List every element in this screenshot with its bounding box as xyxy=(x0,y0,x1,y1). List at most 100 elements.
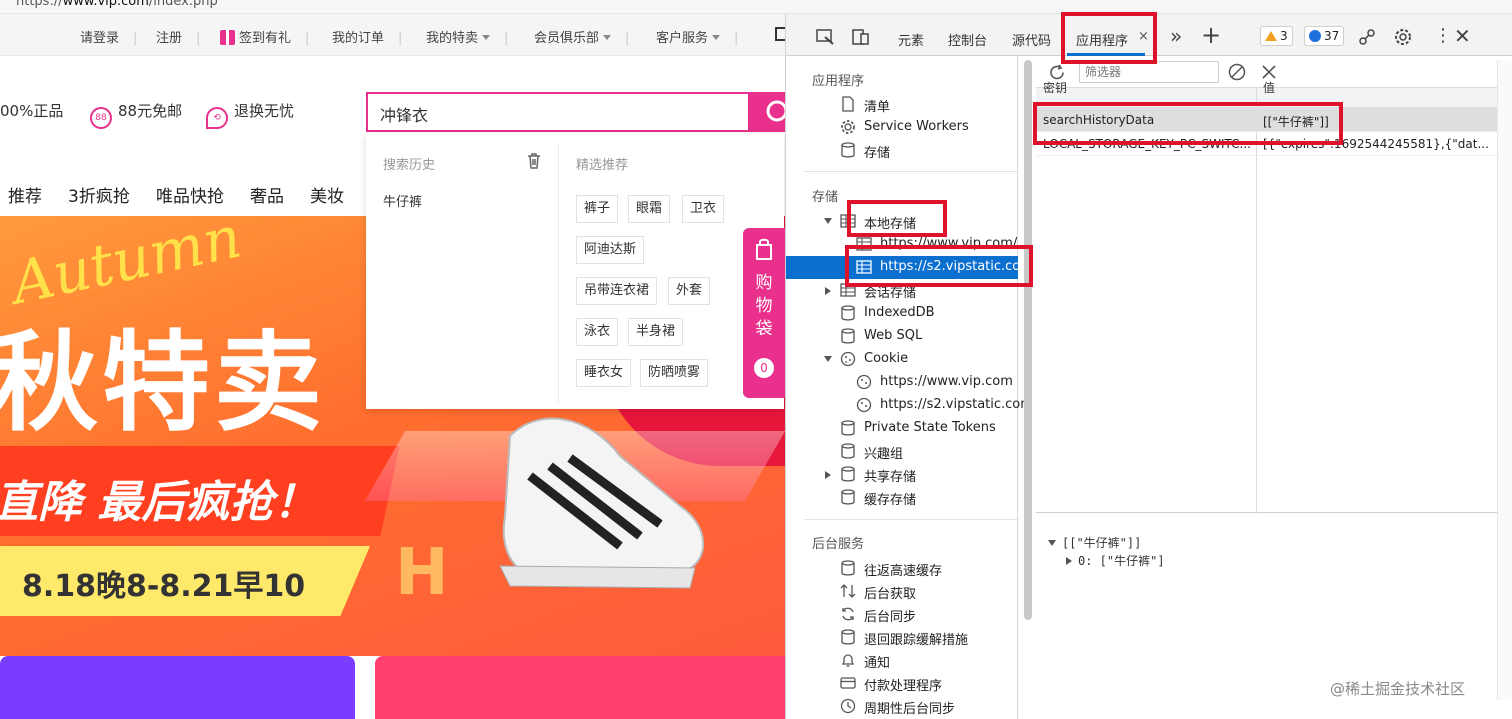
recommend-tag[interactable]: 裤子 xyxy=(576,195,619,223)
tab-elements[interactable]: 元素 xyxy=(898,30,924,49)
column-key[interactable]: 密钥 xyxy=(1043,79,1067,96)
annotation-box xyxy=(1033,102,1343,145)
member-club-menu[interactable]: 会员俱乐部 | xyxy=(534,27,629,46)
recommend-tag[interactable]: 卫衣 xyxy=(682,195,725,223)
annotation-box xyxy=(1061,12,1157,64)
cart-count-badge: 0 xyxy=(754,358,774,378)
settings-gear-icon[interactable] xyxy=(1394,28,1412,46)
banner-headline: 秋特卖 xyxy=(0,321,327,446)
sync-icon xyxy=(842,607,854,621)
database-icon xyxy=(841,443,855,459)
category-flash-30[interactable]: 3折疯抢 xyxy=(68,182,130,207)
checkin-link[interactable]: 签到有礼 | xyxy=(220,27,309,46)
sidebar-item-websql[interactable]: Web SQL xyxy=(786,325,1018,348)
document-icon xyxy=(842,96,854,112)
sidebar-item-notifications[interactable]: 通知 xyxy=(786,649,1018,672)
sidebar-item-indexeddb[interactable]: IndexedDB xyxy=(786,302,1018,325)
filter-input[interactable] xyxy=(1079,61,1219,83)
category-quick[interactable]: 唯品快抢 xyxy=(156,182,224,207)
sidebar-item-cookie[interactable]: Cookie xyxy=(786,348,1018,371)
clear-all-icon[interactable] xyxy=(1228,63,1246,81)
sidebar-item-bounce-tracking[interactable]: 退回跟踪缓解措施 xyxy=(786,626,1018,649)
connections-icon[interactable] xyxy=(1358,28,1376,46)
my-sale-menu[interactable]: 我的特卖 | xyxy=(426,27,508,46)
expand-arrow-icon[interactable] xyxy=(824,356,832,362)
tab-sources[interactable]: 源代码 xyxy=(1012,30,1051,49)
column-value[interactable]: 值 xyxy=(1263,79,1275,96)
divider xyxy=(804,519,1019,520)
storage-view: 密钥 值 searchHistoryData [["牛仔裤"]] LOCAL_S… xyxy=(1036,56,1512,719)
device-toolbar-icon[interactable] xyxy=(852,28,870,46)
promo-returns: ⟲ 退换无忧 xyxy=(206,100,294,129)
recommend-tag[interactable]: 阿迪达斯 xyxy=(576,236,645,264)
sidebar-item-shared-storage[interactable]: 共享存储 xyxy=(786,463,1018,486)
shopping-bag-label: 购物袋 xyxy=(755,273,773,339)
sidebar-scrollbar[interactable] xyxy=(1024,60,1032,620)
cookie-icon xyxy=(856,397,872,413)
recommend-tag[interactable]: 睡衣女 xyxy=(576,359,632,387)
expand-arrow-icon[interactable] xyxy=(825,471,831,479)
close-devtools-icon[interactable]: ✕ xyxy=(1454,24,1471,48)
site-search-input[interactable]: 冲锋衣 xyxy=(366,92,750,132)
messages-badge[interactable]: 37 xyxy=(1304,26,1345,46)
sidebar-item-service-workers[interactable]: Service Workers xyxy=(786,116,1018,139)
phone-icon[interactable] xyxy=(775,27,785,41)
recommend-tag[interactable]: 吊带连衣裙 xyxy=(576,277,658,305)
sidebar-item-bfcache[interactable]: 往返高速缓存 xyxy=(786,557,1018,580)
sidebar-item-background-fetch[interactable]: 后台获取 xyxy=(786,580,1018,603)
history-item[interactable]: 牛仔裤 xyxy=(383,191,422,210)
annotation-box xyxy=(847,200,947,237)
delete-selected-icon[interactable] xyxy=(1261,64,1277,80)
sidebar-item-manifest[interactable]: 清单 xyxy=(786,93,1018,116)
my-orders-link[interactable]: 我的订单 | xyxy=(332,27,402,46)
sidebar-item-background-sync[interactable]: 后台同步 xyxy=(786,603,1018,626)
tab-console[interactable]: 控制台 xyxy=(948,30,987,49)
clock-icon xyxy=(840,698,856,714)
site-search-button[interactable] xyxy=(749,92,785,132)
category-beauty[interactable]: 美妆 xyxy=(310,182,344,207)
recommend-tag[interactable]: 眼霜 xyxy=(628,195,671,223)
sidebar-item-interest-groups[interactable]: 兴趣组 xyxy=(786,440,1018,463)
credit-card-icon xyxy=(840,677,856,689)
address-bar[interactable]: https://www.vip.com/index.php xyxy=(0,0,1512,14)
recommend-tag[interactable]: 外套 xyxy=(668,277,711,305)
sidebar-item-cookie-origin-vip[interactable]: https://www.vip.com xyxy=(786,371,1018,394)
sidebar-item-payment-handler[interactable]: 付款处理程序 xyxy=(786,672,1018,695)
sidebar-item-storage[interactable]: 存储 xyxy=(786,139,1018,162)
banner-deco-letter: H xyxy=(395,536,449,610)
expand-arrow-icon[interactable] xyxy=(1066,557,1072,565)
expand-arrow-icon[interactable] xyxy=(825,287,831,295)
category-recommend[interactable]: 推荐 xyxy=(8,182,42,207)
annotation-box xyxy=(845,245,1033,287)
promo-card[interactable] xyxy=(0,656,355,719)
customer-service-menu[interactable]: 客户服务 | xyxy=(656,27,738,46)
login-link[interactable]: 请登录 | xyxy=(80,27,137,46)
sidebar-item-cache-storage[interactable]: 缓存存储 xyxy=(786,486,1018,509)
preview-root[interactable]: [["牛仔裤"]] xyxy=(1048,534,1141,551)
more-tabs-icon[interactable]: » xyxy=(1170,24,1182,48)
promo-card[interactable] xyxy=(375,656,785,719)
warning-icon xyxy=(1265,31,1277,41)
shopping-bag-button[interactable]: 购物袋 0 xyxy=(743,228,785,398)
sidebar-item-periodic-sync[interactable]: 周期性后台同步 xyxy=(786,695,1018,718)
category-luxury[interactable]: 奢品 xyxy=(250,182,284,207)
trash-icon[interactable] xyxy=(526,152,542,169)
recommend-tag[interactable]: 泳衣 xyxy=(576,318,619,346)
expand-arrow-icon[interactable] xyxy=(824,218,832,224)
chevron-down-icon xyxy=(712,35,721,40)
search-icon xyxy=(766,100,785,122)
sidebar-item-cookie-origin-vipstatic[interactable]: https://s2.vipstatic.com xyxy=(786,394,1033,417)
search-query-text: 冲锋衣 xyxy=(380,106,429,125)
recommend-tag[interactable]: 半身裙 xyxy=(628,318,684,346)
sidebar-item-private-state-tokens[interactable]: Private State Tokens xyxy=(786,417,1018,440)
warnings-badge[interactable]: 3 xyxy=(1260,26,1293,46)
banner-date: 8.18晚8-8.21早10 xyxy=(22,569,306,604)
up-down-arrows-icon xyxy=(840,584,856,598)
register-link[interactable]: 注册 | xyxy=(156,27,200,46)
expand-arrow-icon[interactable] xyxy=(1048,540,1056,546)
inspect-element-icon[interactable] xyxy=(816,29,834,45)
preview-child[interactable]: 0: ["牛仔裤"] xyxy=(1066,552,1165,569)
more-options-icon[interactable]: ⋮ xyxy=(1434,25,1452,46)
recommend-tag[interactable]: 防晒喷雾 xyxy=(640,359,709,387)
add-tab-icon[interactable]: + xyxy=(1201,21,1221,49)
